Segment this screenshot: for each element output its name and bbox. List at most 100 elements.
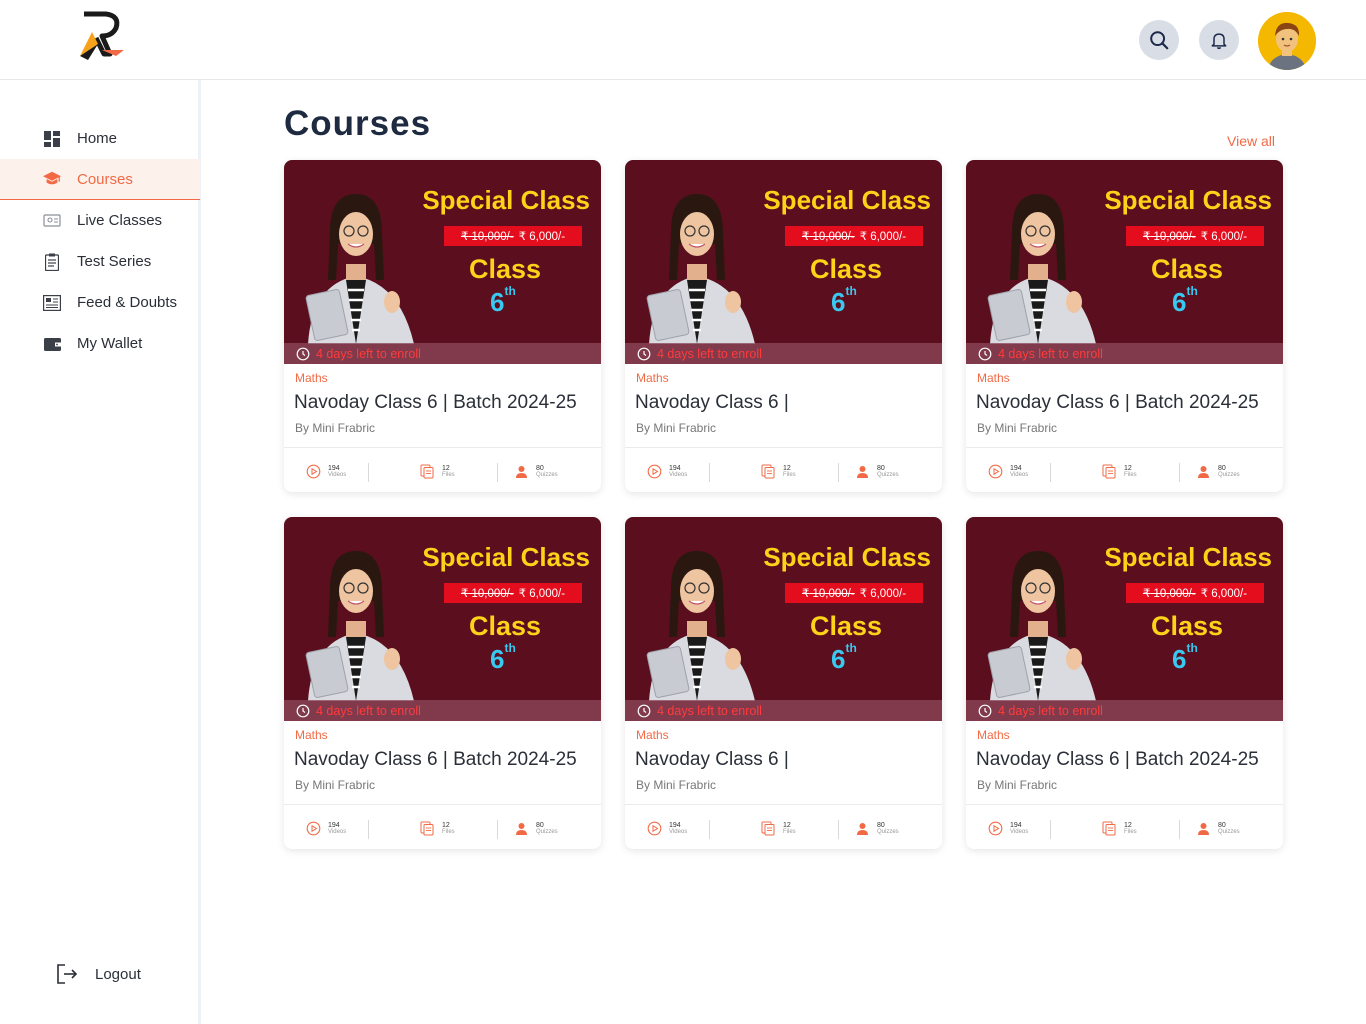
videos-stat: 194 Videos [988,464,1028,479]
course-stats: 194 Videos 12 Files 80 Quizzes [625,447,942,492]
new-price: ₹ 6,000/- [518,588,566,600]
enroll-deadline: 4 days left to enroll [966,343,1283,364]
enroll-deadline: 4 days left to enroll [284,700,601,721]
quizzes-stat: 80 Quizzes [1196,464,1240,479]
sidebar-item-label: Live Classes [77,212,163,229]
course-title: Navoday Class 6 | [635,749,789,770]
price-tag: ₹ 10,000/- ₹ 6,000/- [785,583,923,603]
teacher-illustration [987,551,1096,701]
clock-icon [296,347,310,360]
sidebar-item-test-series[interactable]: Test Series [0,241,200,282]
clock-icon [637,347,651,360]
teacher-illustration [646,194,755,344]
enroll-deadline: 4 days left to enroll [966,700,1283,721]
clock-icon [637,704,651,717]
course-card[interactable]: Special Class ₹ 10,000/- ₹ 6,000/- Class… [284,160,601,492]
course-banner: Special Class ₹ 10,000/- ₹ 6,000/- Class… [625,517,942,721]
logout-button[interactable]: Logout [55,962,141,986]
new-price: ₹ 6,000/- [1200,588,1248,600]
files-icon [420,464,434,479]
old-price: ₹ 10,000/- [460,588,514,600]
sidebar-item-label: Test Series [77,253,152,270]
bell-icon [1211,33,1227,50]
divider [838,820,839,839]
price-tag: ₹ 10,000/- ₹ 6,000/- [785,226,923,246]
brand-logo[interactable] [76,10,128,64]
sidebar-item-label: Courses [77,170,133,188]
enroll-deadline: 4 days left to enroll [625,700,942,721]
user-icon [857,466,868,478]
live-classes-icon [43,212,61,230]
course-banner: Special Class ₹ 10,000/- ₹ 6,000/- Class… [966,160,1283,364]
sidebar-item-my-wallet[interactable]: My Wallet [0,323,200,364]
course-title: Navoday Class 6 | Batch 2024-25 [294,392,577,413]
old-price: ₹ 10,000/- [801,588,855,600]
files-icon [420,821,434,836]
divider [1050,463,1051,482]
course-title: Navoday Class 6 | Batch 2024-25 [294,749,577,770]
graduation-cap-icon [43,170,61,188]
search-icon [1150,31,1169,50]
files-stat: 12 Files [1102,464,1137,479]
user-icon [516,823,527,835]
sidebar-item-label: Feed & Doubts [77,294,178,311]
course-banner: Special Class ₹ 10,000/- ₹ 6,000/- Class… [284,160,601,364]
sidebar-item-courses[interactable]: Courses [0,159,200,200]
play-icon [988,821,1003,836]
banner-grade: 6th [1172,284,1198,317]
divider [1050,820,1051,839]
banner-headline: Special Class [763,185,931,215]
newspaper-icon [43,294,61,312]
user-avatar[interactable] [1258,12,1316,70]
sidebar-item-label: My Wallet [77,335,143,352]
course-card[interactable]: Special Class ₹ 10,000/- ₹ 6,000/- Class… [625,160,942,492]
new-price: ₹ 6,000/- [1200,231,1248,243]
old-price: ₹ 10,000/- [1142,588,1196,600]
banner-headline: Special Class [1104,542,1272,572]
course-title: Navoday Class 6 | [635,392,789,413]
divider [1179,820,1180,839]
logout-label: Logout [95,965,141,983]
course-card[interactable]: Special Class ₹ 10,000/- ₹ 6,000/- Class… [966,160,1283,492]
play-icon [306,821,321,836]
play-icon [647,821,662,836]
course-card[interactable]: Special Class ₹ 10,000/- ₹ 6,000/- Class… [625,517,942,849]
course-stats: 194 Videos 12 Files 80 Quizzes [966,447,1283,492]
banner-class-word: Class [1151,611,1224,641]
banner-headline: Special Class [422,185,590,215]
clipboard-icon [43,253,61,271]
files-stat: 12 Files [761,464,796,479]
banner-grade: 6th [831,641,857,674]
view-all-link[interactable]: View all [1227,133,1275,149]
course-subject: Maths [295,728,328,742]
user-icon [857,823,868,835]
banner-headline: Special Class [1104,185,1272,215]
course-stats: 194 Videos 12 Files 80 Quizzes [625,804,942,849]
course-banner: Special Class ₹ 10,000/- ₹ 6,000/- Class… [966,517,1283,721]
banner-grade: 6th [490,284,516,317]
notifications-button[interactable] [1199,20,1239,60]
files-stat: 12 Files [420,464,455,479]
divider [709,820,710,839]
clock-icon [296,704,310,717]
sidebar: Home Courses Live Classes Test Series Fe… [0,80,201,1024]
dashboard-icon [43,130,61,148]
sidebar-item-home[interactable]: Home [0,118,200,159]
course-card[interactable]: Special Class ₹ 10,000/- ₹ 6,000/- Class… [966,517,1283,849]
videos-stat: 194 Videos [647,464,687,479]
files-icon [761,821,775,836]
user-icon [516,466,527,478]
quizzes-stat: 80 Quizzes [1196,821,1240,836]
divider [1179,463,1180,482]
divider [838,463,839,482]
teacher-illustration [305,194,414,344]
banner-class-word: Class [810,611,883,641]
sidebar-item-live-classes[interactable]: Live Classes [0,200,200,241]
course-card[interactable]: Special Class ₹ 10,000/- ₹ 6,000/- Class… [284,517,601,849]
search-button[interactable] [1139,20,1179,60]
old-price: ₹ 10,000/- [801,231,855,243]
sidebar-item-feed-doubts[interactable]: Feed & Doubts [0,282,200,323]
course-stats: 194 Videos 12 Files 80 Quizzes [284,447,601,492]
banner-headline: Special Class [422,542,590,572]
banner-class-word: Class [469,254,542,284]
